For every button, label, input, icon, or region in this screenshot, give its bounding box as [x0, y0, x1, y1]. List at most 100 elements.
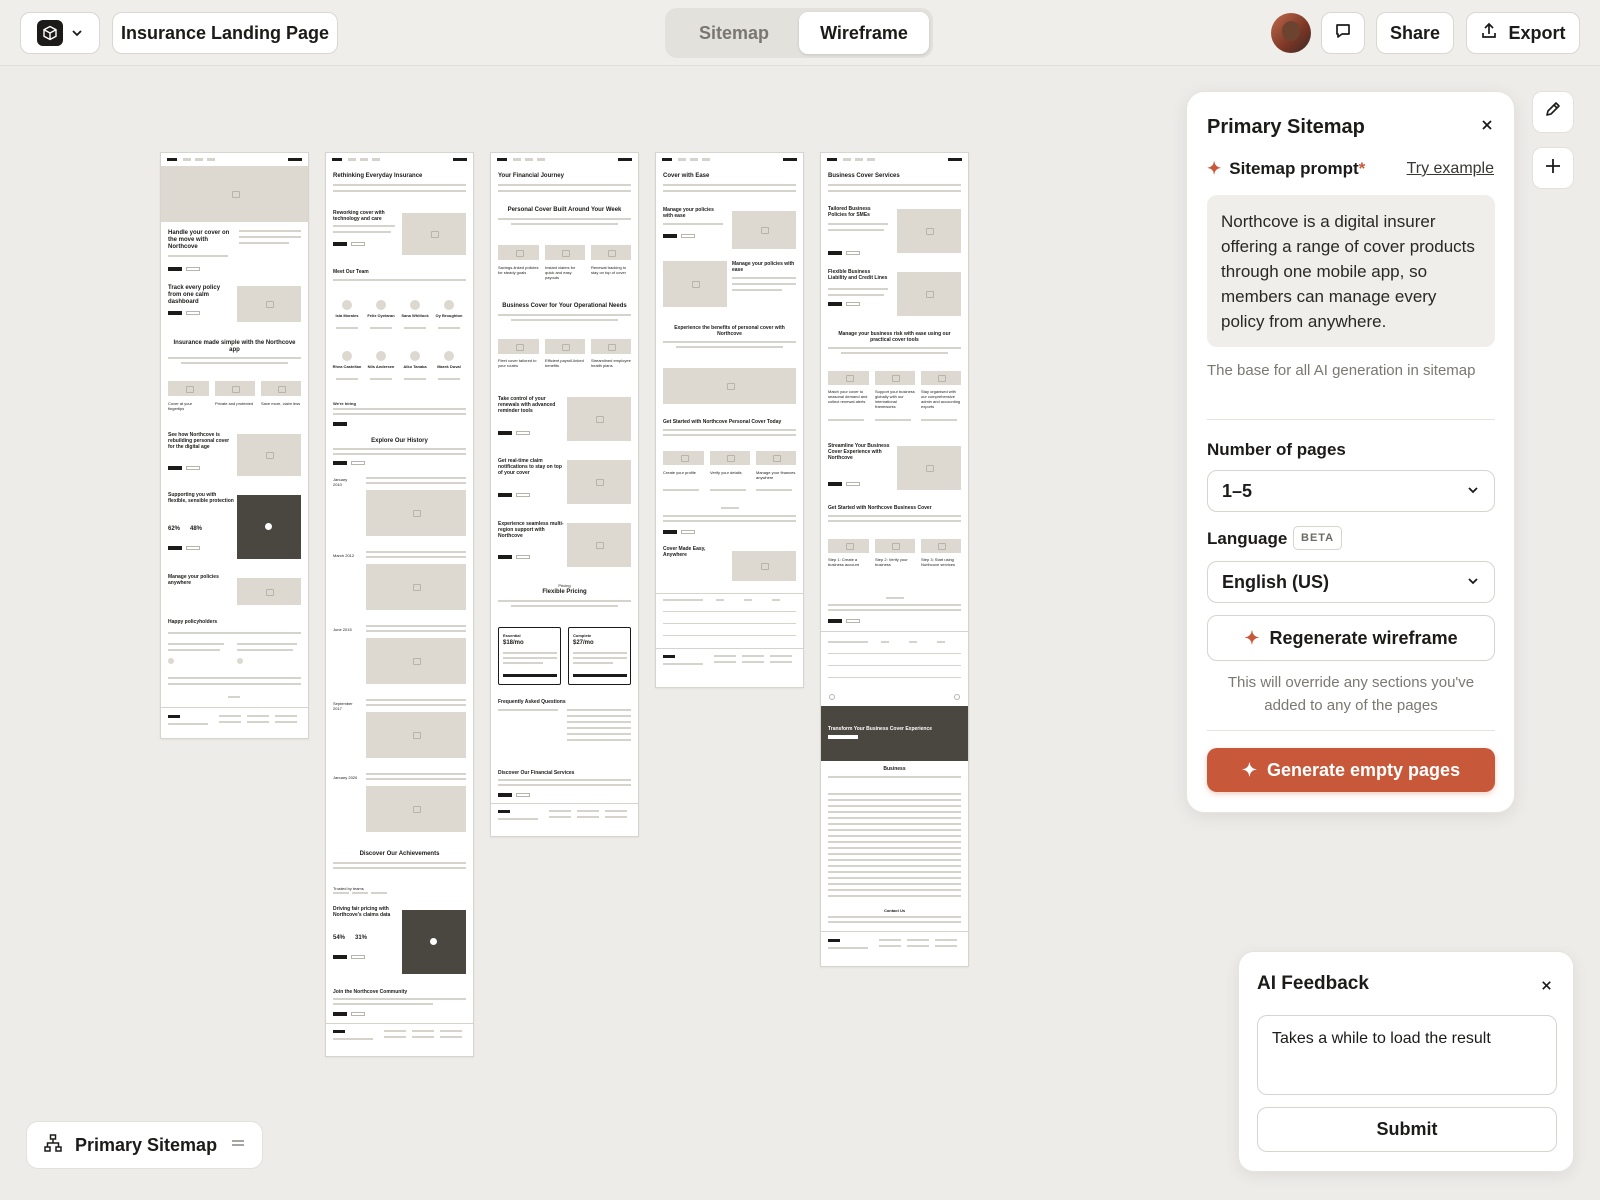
language-select-value: English (US) [1222, 571, 1329, 592]
wf-text: Track every policy from one calm dashboa… [168, 285, 221, 305]
wf-text: Stay organised with our comprehensive ad… [921, 389, 961, 409]
wf-text: Explore Our History [371, 438, 428, 444]
wf-text: 31% [355, 935, 368, 941]
add-button[interactable] [1532, 147, 1574, 189]
avatar[interactable] [1271, 13, 1311, 53]
tab-wireframe[interactable]: Wireframe [799, 12, 929, 54]
panel-title: Primary Sitemap [1207, 116, 1365, 138]
share-button[interactable]: Share [1376, 12, 1454, 54]
wf-text: We're hiring [333, 401, 356, 406]
sitemap-name: Primary Sitemap [75, 1134, 218, 1155]
wf-text: $27/mo [573, 640, 594, 646]
tab-sitemap[interactable]: Sitemap [669, 12, 799, 54]
pricing-card: Complete $27/mo [568, 627, 631, 685]
image-placeholder [663, 368, 796, 404]
wf-text: Transform Your Business Cover Experience [828, 726, 933, 732]
edit-tool-button[interactable] [1532, 91, 1574, 133]
generate-label: Generate empty pages [1267, 759, 1461, 780]
image-placeholder [366, 638, 466, 684]
wf-text: Nils Andersen [367, 364, 395, 369]
wf-text: Your Financial Journey [498, 173, 564, 179]
wf-text: Experience seamless multi-region support… [498, 521, 564, 539]
wireframe-page-5[interactable]: Business Cover Services Tailored Busines… [820, 152, 969, 967]
wf-text: Driving fair pricing with Northcove's cl… [333, 906, 391, 918]
image-placeholder [237, 286, 301, 322]
wf-text: Manage your policies with ease [663, 207, 714, 219]
image-placeholder [366, 490, 466, 536]
image-placeholder [402, 213, 466, 255]
wf-text: Essential [503, 633, 521, 638]
regenerate-label: Regenerate wireframe [1269, 627, 1458, 648]
wf-text: Insurance made simple with the Northcove… [173, 340, 296, 353]
video-placeholder [402, 910, 466, 974]
wf-text: 62% [168, 526, 181, 532]
sitemap-prompt-input[interactable]: Northcove is a digital insurer offering … [1207, 195, 1495, 347]
wf-text: Private and protected [215, 401, 254, 406]
comments-button[interactable] [1321, 12, 1365, 54]
wf-text: Step 2: Verify your business [875, 557, 908, 567]
wf-text: Manage your policies anywhere [168, 574, 219, 586]
wireframe-nav [662, 158, 797, 162]
close-icon[interactable] [1540, 976, 1553, 997]
image-placeholder [567, 523, 631, 567]
sparkle-icon: ✦ [1241, 759, 1257, 780]
image-placeholder [366, 786, 466, 832]
wireframe-nav [827, 158, 962, 162]
wf-text: Manage your finances anywhere [756, 470, 796, 480]
try-example-link[interactable]: Try example [1407, 160, 1494, 178]
wf-text: Frequently Asked Questions [498, 699, 566, 705]
wf-text: Cover with Ease [663, 173, 710, 179]
wf-text: Business Cover for Your Operational Need… [502, 303, 627, 309]
language-select[interactable]: English (US) [1207, 561, 1495, 603]
wf-text: Cover at your fingertips [168, 401, 193, 411]
wf-text: Step 1: Create a business account [828, 557, 859, 567]
image-placeholder [897, 272, 961, 316]
wf-text: Sana Whitlock [401, 313, 429, 318]
wf-text: Match your cover to seasonal demand and … [828, 389, 868, 404]
project-title[interactable]: Insurance Landing Page [112, 12, 338, 54]
submit-button[interactable]: Submit [1257, 1107, 1557, 1152]
required-mark: * [1358, 159, 1366, 178]
regenerate-wireframe-button[interactable]: ✦ Regenerate wireframe [1207, 615, 1495, 661]
wf-text: Discover Our Achievements [359, 851, 440, 857]
wf-text: Complete [573, 633, 592, 638]
wf-text: Experience the benefits of personal cove… [674, 325, 785, 337]
chevron-down-icon [1466, 572, 1480, 593]
wf-text: Renewal tracking to stay on top of cover [591, 265, 627, 275]
image-placeholder [897, 446, 961, 490]
feedback-title: AI Feedback [1257, 973, 1369, 994]
wireframe-page-2[interactable]: Rethinking Everyday Insurance Reworking … [325, 152, 474, 1057]
generate-empty-pages-button[interactable]: ✦ Generate empty pages [1207, 748, 1495, 792]
close-icon[interactable] [1480, 116, 1494, 137]
prompt-helper-text: The base for all AI generation in sitema… [1207, 362, 1476, 379]
sitemap-switcher[interactable]: Primary Sitemap [26, 1121, 263, 1169]
feedback-input[interactable]: Takes a while to load the result [1257, 1015, 1557, 1095]
wf-text: Tailored Business Policies for SMEs [828, 206, 871, 218]
workspace-menu-button[interactable] [20, 12, 100, 54]
wf-text: Streamlined employee health plans [591, 358, 631, 368]
wf-text: Get Started with Northcove Personal Cove… [663, 419, 782, 425]
image-placeholder [237, 578, 301, 605]
pages-select-value: 1–5 [1222, 480, 1253, 501]
wf-text: Flexible Pricing [542, 589, 587, 595]
wf-text: Personal Cover Built Around Your Week [507, 207, 622, 213]
regenerate-warning: This will override any sections you've a… [1227, 674, 1475, 714]
export-button[interactable]: Export [1466, 12, 1580, 54]
wireframe-page-4[interactable]: Cover with Ease Manage your policies wit… [655, 152, 804, 688]
wf-text: $18/mo [503, 640, 524, 646]
wireframe-page-1[interactable]: Handle your cover on the move with North… [160, 152, 309, 739]
wireframe-page-3[interactable]: Your Financial Journey Personal Cover Bu… [490, 152, 639, 837]
wf-text: 48% [190, 526, 203, 532]
export-label: Export [1508, 22, 1566, 43]
wf-text: See how Northcove is rebuilding personal… [168, 432, 230, 450]
wf-text: Efficient payroll-linked benefits [545, 358, 584, 368]
wf-text: Handle your cover on the move with North… [168, 230, 230, 250]
app-logo-icon [37, 20, 63, 46]
wf-text: Marek Duval [437, 364, 461, 369]
sitemap-tree-icon [43, 1133, 63, 1158]
pages-select[interactable]: 1–5 [1207, 470, 1495, 512]
video-placeholder [237, 495, 301, 559]
wf-text: Flexible Business Liability and Credit L… [828, 269, 888, 281]
wf-text: Discover Our Financial Services [498, 770, 575, 776]
image-placeholder [567, 460, 631, 504]
